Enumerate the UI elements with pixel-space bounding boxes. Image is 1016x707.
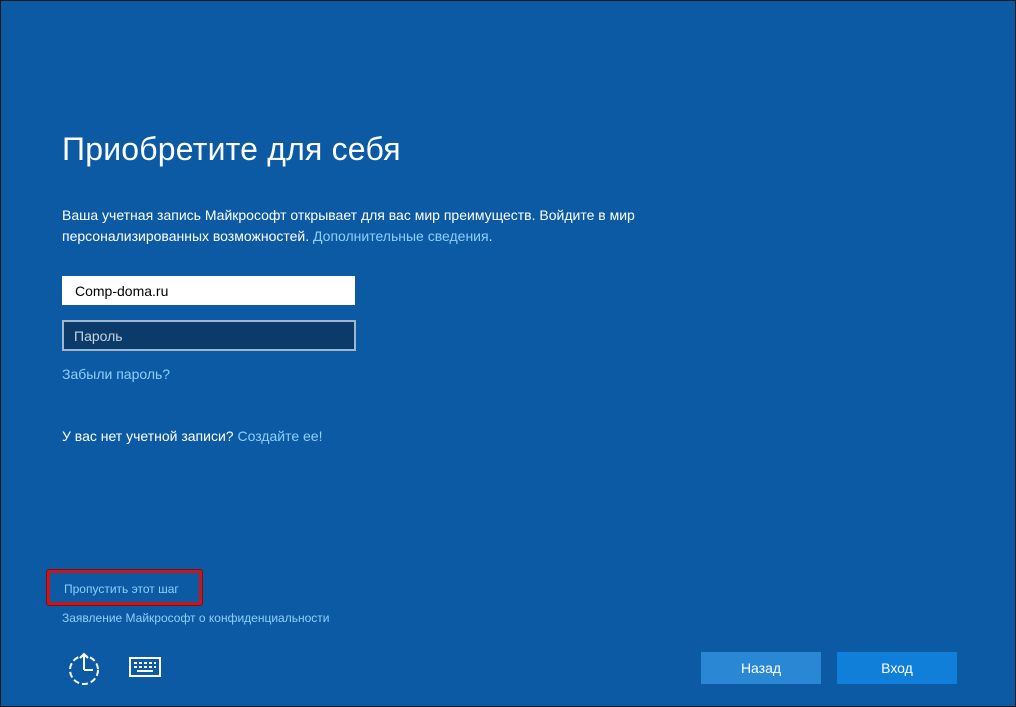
- skip-step-link[interactable]: Пропустить этот шаг: [64, 582, 179, 596]
- privacy-statement-link[interactable]: Заявление Майкрософт о конфиденциальност…: [62, 611, 329, 625]
- create-account-link[interactable]: Создайте ее!: [237, 428, 322, 444]
- ease-of-access-icon[interactable]: [66, 651, 102, 687]
- password-field[interactable]: [62, 320, 356, 351]
- page-description: Ваша учетная запись Майкрософт открывает…: [62, 205, 702, 247]
- more-info-link[interactable]: Дополнительные сведения: [313, 228, 489, 244]
- skip-step-highlight: Пропустить этот шаг: [47, 570, 202, 605]
- oobe-screen: Приобретите для себя Ваша учетная запись…: [0, 0, 1016, 707]
- no-account-text: У вас нет учетной записи?: [62, 428, 234, 444]
- no-account-line: У вас нет учетной записи? Создайте ее!: [62, 428, 322, 444]
- description-period: .: [488, 228, 493, 244]
- page-title: Приобретите для себя: [62, 131, 401, 167]
- keyboard-icon[interactable]: [129, 657, 161, 677]
- signin-button[interactable]: Вход: [837, 652, 957, 684]
- forgot-password-link[interactable]: Забыли пароль?: [62, 366, 170, 382]
- back-button[interactable]: Назад: [701, 652, 821, 684]
- email-field[interactable]: [62, 276, 355, 305]
